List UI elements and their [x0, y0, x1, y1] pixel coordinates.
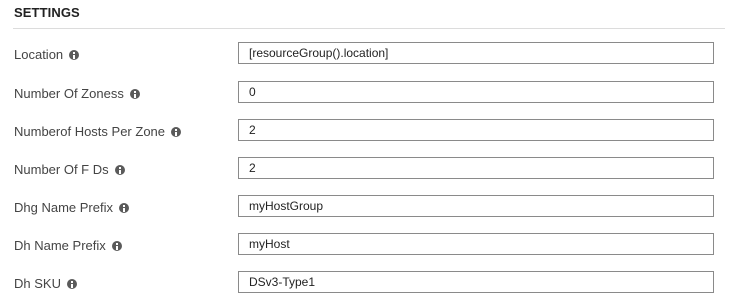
info-icon[interactable]: [129, 89, 140, 99]
info-icon[interactable]: [118, 203, 129, 213]
field-label-dh-sku: Dh SKU: [14, 275, 61, 291]
field-label-number-of-fds: Number Of F Ds: [14, 161, 109, 177]
section-divider: [13, 28, 725, 29]
number-of-zones-input[interactable]: 0: [238, 81, 714, 103]
info-icon[interactable]: [111, 241, 122, 251]
field-label-number-of-zones: Number Of Zoness: [14, 85, 124, 101]
info-icon[interactable]: [171, 127, 182, 137]
form-row-number-of-fds: Number Of F Ds 2: [0, 157, 738, 181]
form-row-dhg-name-prefix: Dhg Name Prefix myHostGroup: [0, 195, 738, 219]
field-label-dhg-name-prefix: Dhg Name Prefix: [14, 199, 113, 215]
field-label-location: Location: [14, 46, 64, 62]
form-row-number-of-zones: Number Of Zoness 0: [0, 81, 738, 105]
info-icon[interactable]: [66, 279, 77, 289]
info-icon[interactable]: [69, 50, 80, 60]
form-row-hosts-per-zone: Numberof Hosts Per Zone 2: [0, 119, 738, 143]
number-of-fds-input[interactable]: 2: [238, 157, 714, 179]
dh-sku-input[interactable]: DSv3-Type1: [238, 271, 714, 293]
location-input[interactable]: [resourceGroup().location]: [238, 42, 714, 64]
section-title: SETTINGS: [14, 5, 80, 20]
dh-name-prefix-input[interactable]: myHost: [238, 233, 714, 255]
info-icon[interactable]: [114, 165, 125, 175]
form-row-location: Location [resourceGroup().location]: [0, 42, 738, 66]
field-label-hosts-per-zone: Numberof Hosts Per Zone: [14, 123, 166, 139]
hosts-per-zone-input[interactable]: 2: [238, 119, 714, 141]
field-label-dh-name-prefix: Dh Name Prefix: [14, 237, 106, 253]
form-row-dh-name-prefix: Dh Name Prefix myHost: [0, 233, 738, 257]
form-row-dh-sku: Dh SKU DSv3-Type1: [0, 271, 738, 295]
dhg-name-prefix-input[interactable]: myHostGroup: [238, 195, 714, 217]
